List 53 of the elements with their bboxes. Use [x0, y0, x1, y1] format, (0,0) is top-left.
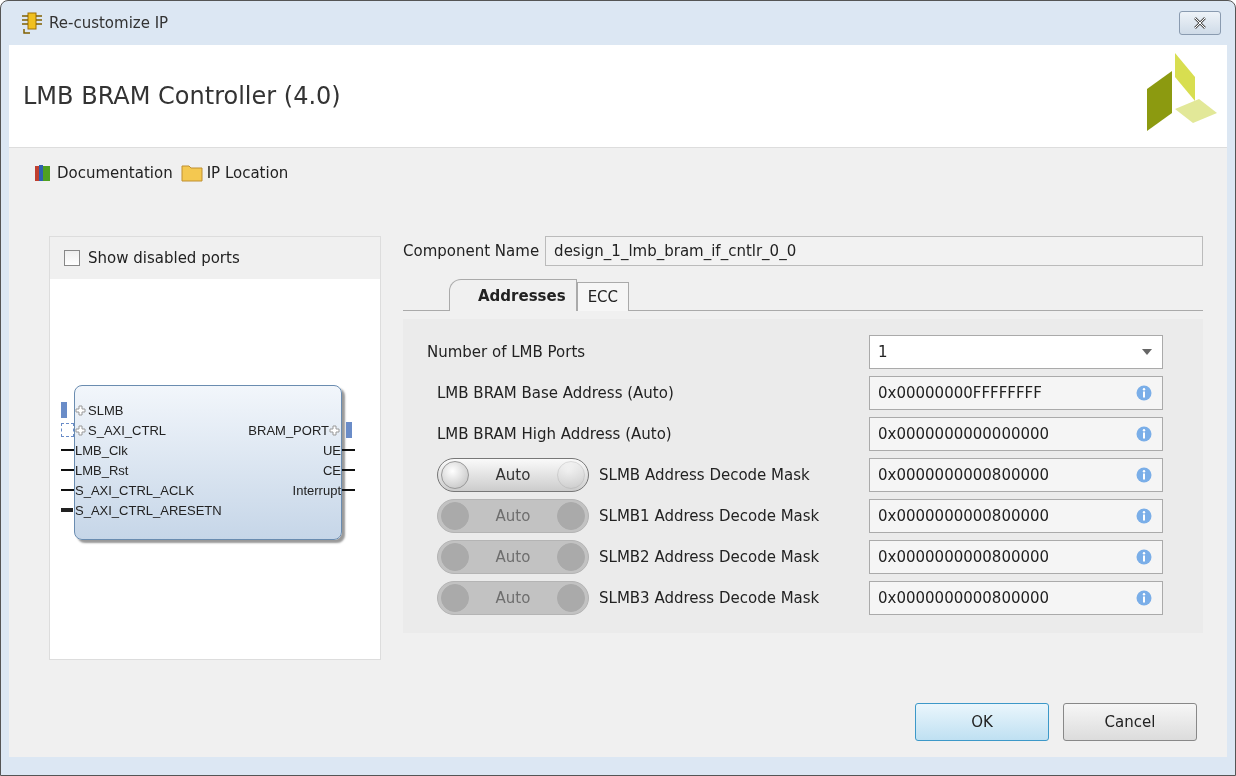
- dialog-button[interactable]: OK: [915, 703, 1049, 741]
- dialog-button[interactable]: Cancel: [1063, 703, 1197, 741]
- port-label: LMB_Clk: [75, 442, 128, 458]
- folder-icon: [180, 164, 203, 182]
- param-label: LMB BRAM Base Address (Auto): [436, 383, 675, 402]
- port-label: S_AXI_CTRL: [88, 422, 167, 438]
- toolbar-link[interactable]: IP Location: [180, 164, 289, 182]
- checkbox[interactable]: [64, 250, 80, 266]
- field-label: Component Name: [403, 242, 540, 260]
- plus-icon: [75, 404, 86, 416]
- window-title: Re-customize IP: [49, 14, 169, 32]
- param-label: Number of LMB Ports: [427, 342, 587, 361]
- toolbar-link[interactable]: Documentation: [33, 163, 173, 183]
- address-field[interactable]: 0x0000000000800000: [869, 457, 1163, 492]
- info-icon: [1136, 507, 1152, 524]
- chip-icon: [21, 11, 43, 35]
- port-label: CE: [322, 462, 341, 478]
- close-icon: [1193, 17, 1207, 29]
- port-stub: [61, 508, 73, 512]
- component-name-field[interactable]: design_1_lmb_bram_if_cntlr_0_0: [545, 236, 1203, 266]
- address-field[interactable]: 0x0000000000000000: [869, 416, 1163, 451]
- info-icon: [1136, 384, 1152, 401]
- param-label: SLMB3 Address Decode Mask: [598, 588, 821, 607]
- checkbox-label: Show disabled ports: [88, 249, 240, 267]
- param-label: SLMB1 Address Decode Mask: [598, 506, 821, 525]
- param-label: SLMB Address Decode Mask: [598, 465, 811, 484]
- close-button[interactable]: [1179, 11, 1221, 35]
- books-icon: [33, 163, 53, 183]
- tab[interactable]: ECC: [576, 282, 630, 311]
- auto-toggle[interactable]: Auto: [437, 457, 589, 492]
- info-icon: [1136, 425, 1152, 442]
- tab[interactable]: Addresses: [449, 279, 577, 311]
- address-field[interactable]: 0x00000000FFFFFFFF: [869, 375, 1163, 410]
- port-stub: [346, 422, 352, 438]
- param-label: LMB BRAM High Address (Auto): [436, 424, 673, 443]
- port-label: LMB_Rst: [75, 462, 129, 478]
- port-label: UE: [322, 442, 341, 458]
- port-label: Interrupt: [292, 482, 341, 498]
- port-label: S_AXI_CTRL_ARESETN: [75, 502, 222, 518]
- header-title: LMB BRAM Controller (4.0): [23, 82, 341, 110]
- info-icon: [1136, 466, 1152, 483]
- dropdown-arrow-icon: [1142, 348, 1152, 355]
- port-label: SLMB: [88, 402, 124, 418]
- port-label: BRAM_PORT: [248, 422, 329, 438]
- port-stub: [61, 423, 74, 437]
- port-label: S_AXI_CTRL_ACLK: [75, 482, 195, 498]
- port-stub: [61, 402, 67, 418]
- info-icon: [1136, 548, 1152, 565]
- plus-icon: [75, 424, 86, 436]
- dropdown[interactable]: 1: [869, 334, 1163, 369]
- param-label: SLMB2 Address Decode Mask: [598, 547, 821, 566]
- plus-icon: [329, 424, 340, 436]
- info-icon: [1136, 589, 1152, 606]
